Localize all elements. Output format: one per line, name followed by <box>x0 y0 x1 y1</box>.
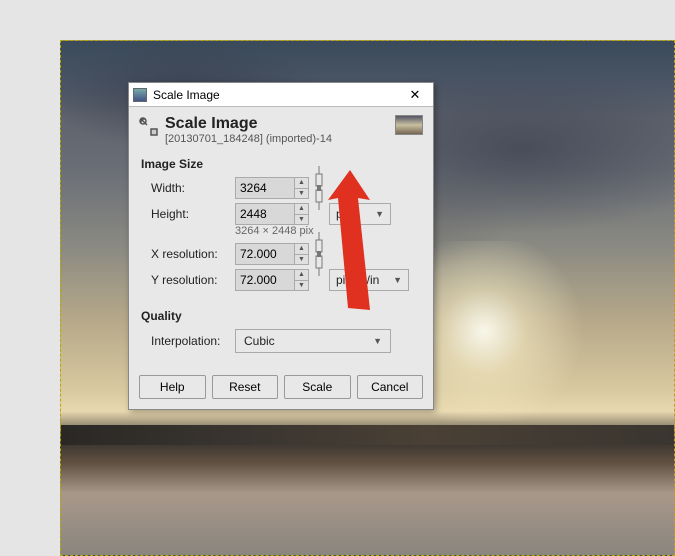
reset-button[interactable]: Reset <box>212 375 279 399</box>
res-unit-value: pixels/in <box>336 273 379 287</box>
width-label: Width: <box>151 181 231 195</box>
scale-button[interactable]: Scale <box>284 375 351 399</box>
interp-label: Interpolation: <box>151 334 231 348</box>
height-field[interactable] <box>236 207 294 221</box>
chevron-down-icon: ▼ <box>375 209 384 219</box>
dialog-title: Scale Image <box>165 115 395 133</box>
yres-input[interactable]: ▲ ▼ <box>235 269 309 291</box>
height-input[interactable]: ▲ ▼ <box>235 203 309 225</box>
yres-label: Y resolution: <box>151 273 231 287</box>
xres-up[interactable]: ▲ <box>295 244 308 255</box>
yres-down[interactable]: ▼ <box>295 281 308 291</box>
width-input[interactable]: ▲ ▼ <box>235 177 309 199</box>
chevron-down-icon: ▼ <box>393 275 402 285</box>
scale-image-dialog: Scale Image ✕ Scale Image [20130701_1842… <box>128 82 434 410</box>
interpolation-value: Cubic <box>244 334 275 348</box>
window-title: Scale Image <box>153 88 401 102</box>
xres-field[interactable] <box>236 247 294 261</box>
res-unit-select[interactable]: pixels/in ▼ <box>329 269 409 291</box>
chain-linked-icon[interactable] <box>314 166 324 210</box>
width-field[interactable] <box>236 181 294 195</box>
titlebar[interactable]: Scale Image ✕ <box>129 83 433 107</box>
width-up[interactable]: ▲ <box>295 178 308 189</box>
scale-icon <box>139 117 159 137</box>
width-down[interactable]: ▼ <box>295 189 308 199</box>
yres-field[interactable] <box>236 273 294 287</box>
chain-linked-icon[interactable] <box>314 232 324 276</box>
interpolation-select[interactable]: Cubic ▼ <box>235 329 391 353</box>
dialog-subtitle: [20130701_184248] (imported)-14 <box>165 133 395 145</box>
image-thumbnail <box>395 115 423 135</box>
window-icon <box>133 88 147 102</box>
height-down[interactable]: ▼ <box>295 215 308 225</box>
close-button[interactable]: ✕ <box>401 86 429 104</box>
size-unit-select[interactable]: px ▼ <box>329 203 391 225</box>
size-unit-value: px <box>336 207 349 221</box>
height-up[interactable]: ▲ <box>295 204 308 215</box>
chevron-down-icon: ▼ <box>373 336 382 346</box>
cancel-button[interactable]: Cancel <box>357 375 424 399</box>
yres-up[interactable]: ▲ <box>295 270 308 281</box>
image-size-label: Image Size <box>129 149 433 173</box>
help-button[interactable]: Help <box>139 375 206 399</box>
background-horizon <box>61 425 674 445</box>
dimensions-readout: 3264 × 2448 pix <box>151 225 421 237</box>
xres-label: X resolution: <box>151 247 231 261</box>
quality-label: Quality <box>129 301 433 325</box>
xres-down[interactable]: ▼ <box>295 255 308 265</box>
xres-input[interactable]: ▲ ▼ <box>235 243 309 265</box>
close-icon: ✕ <box>410 87 421 103</box>
height-label: Height: <box>151 207 231 221</box>
dialog-header: Scale Image [20130701_184248] (imported)… <box>129 107 433 149</box>
